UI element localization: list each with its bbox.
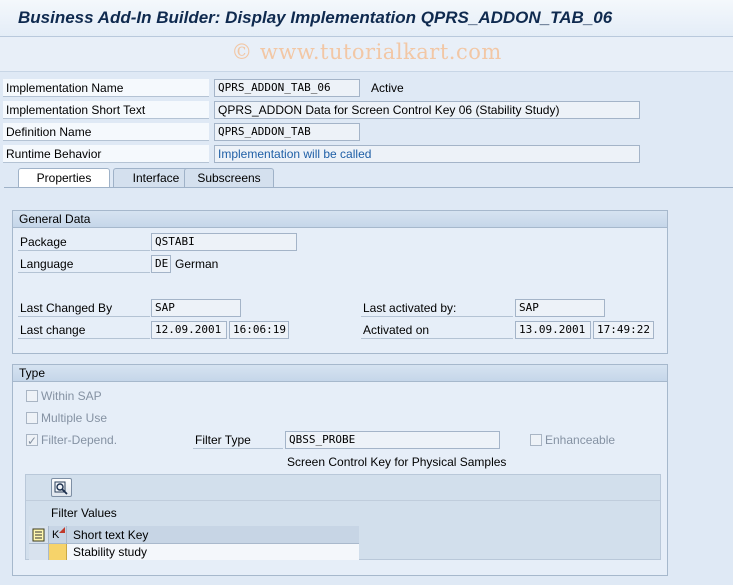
window-title: Business Add-In Builder: Display Impleme… xyxy=(18,8,613,27)
column-header-short-text[interactable]: Short text Key xyxy=(67,526,148,543)
runtime-behavior-field[interactable]: Implementation will be called xyxy=(214,145,640,163)
row-key-cell[interactable] xyxy=(49,544,67,560)
filter-depend-label: Filter-Depend. xyxy=(41,433,118,447)
definition-name-field[interactable]: QPRS_ADDON_TAB xyxy=(214,123,360,141)
within-sap-label: Within SAP xyxy=(41,389,102,403)
multiple-use-checkbox-box xyxy=(26,412,38,424)
activated-by-field[interactable]: SAP xyxy=(515,299,605,317)
language-label: Language xyxy=(18,255,150,273)
row-selector[interactable] xyxy=(29,544,49,560)
title-bar: Business Add-In Builder: Display Impleme… xyxy=(0,0,733,37)
type-group-title: Type xyxy=(13,365,667,382)
last-change-time-field[interactable]: 16:06:19 xyxy=(229,321,289,339)
changed-by-field[interactable]: SAP xyxy=(151,299,241,317)
select-all-cell[interactable] xyxy=(29,526,49,543)
activated-on-label: Activated on xyxy=(361,321,513,339)
watermark: © www.tutorialkart.com xyxy=(231,40,502,64)
tab-properties[interactable]: Properties xyxy=(18,168,110,189)
last-change-date-field[interactable]: 12.09.2001 xyxy=(151,321,227,339)
enhanceable-label: Enhanceable xyxy=(545,433,616,447)
changed-by-label: Last Changed By xyxy=(18,299,150,317)
table-row[interactable]: Stability study xyxy=(29,544,359,560)
activated-on-date-field[interactable]: 13.09.2001 xyxy=(515,321,591,339)
filter-depend-checkbox-box xyxy=(26,432,38,450)
activated-by-label: Last activated by: xyxy=(361,299,513,317)
impl-name-field[interactable]: QPRS_ADDON_TAB_06 xyxy=(214,79,360,97)
filter-values-table-header: K Short text Key xyxy=(29,526,359,544)
magnifier-icon xyxy=(54,481,68,495)
filter-values-title: Filter Values xyxy=(51,506,117,520)
language-name-text: German xyxy=(175,257,219,271)
package-label: Package xyxy=(18,233,150,251)
table-settings-icon xyxy=(32,528,45,542)
filter-values-area: Filter Values K Short text Key Stability… xyxy=(25,474,661,560)
filter-depend-checkbox[interactable]: Filter-Depend. xyxy=(26,431,118,450)
filter-values-toolbar xyxy=(26,475,660,501)
filter-type-description: Screen Control Key for Physical Samples xyxy=(287,455,507,469)
filter-type-field[interactable]: QBSS_PROBE xyxy=(285,431,500,449)
package-field[interactable]: QSTABI xyxy=(151,233,297,251)
enhanceable-checkbox[interactable]: Enhanceable xyxy=(530,431,615,449)
within-sap-checkbox-box xyxy=(26,390,38,402)
short-text-field[interactable]: QPRS_ADDON Data for Screen Control Key 0… xyxy=(214,101,640,119)
language-code-field[interactable]: DE xyxy=(151,255,171,273)
multiple-use-checkbox[interactable]: Multiple Use xyxy=(26,409,107,427)
definition-name-label: Definition Name xyxy=(3,123,209,141)
display-detail-button[interactable] xyxy=(51,478,72,497)
activated-on-time-field[interactable]: 17:49:22 xyxy=(593,321,654,339)
runtime-behavior-label: Runtime Behavior xyxy=(3,145,209,163)
column-header-key[interactable]: K xyxy=(49,526,67,543)
row-short-text: Stability study xyxy=(73,545,148,559)
impl-name-label: Implementation Name xyxy=(3,79,209,97)
key-column-marker-icon xyxy=(59,527,65,533)
last-change-label: Last change xyxy=(18,321,150,339)
enhanceable-checkbox-box xyxy=(530,434,542,446)
tab-subscreens[interactable]: Subscreens xyxy=(184,168,274,188)
short-text-label: Implementation Short Text xyxy=(3,101,209,119)
impl-status-text: Active xyxy=(371,81,404,95)
general-data-title: General Data xyxy=(13,211,667,228)
multiple-use-label: Multiple Use xyxy=(41,411,108,425)
within-sap-checkbox[interactable]: Within SAP xyxy=(26,387,102,405)
filter-type-label: Filter Type xyxy=(193,431,283,449)
